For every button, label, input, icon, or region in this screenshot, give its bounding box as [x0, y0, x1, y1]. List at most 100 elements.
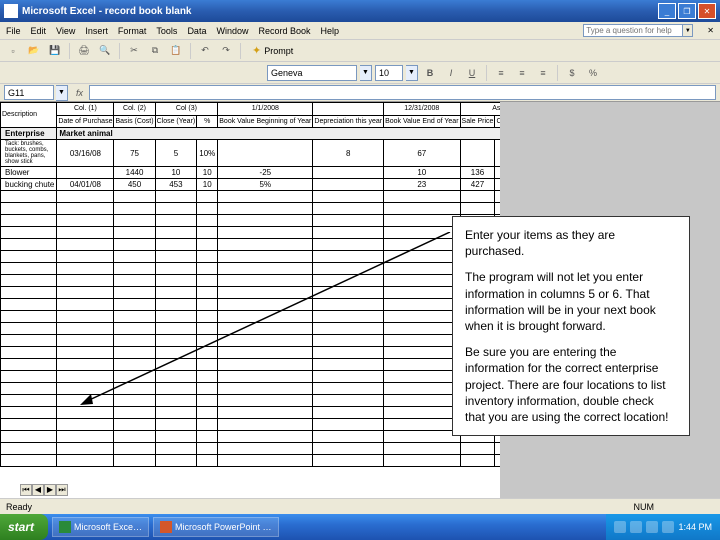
cell[interactable]: 450	[114, 179, 155, 191]
menu-format[interactable]: Format	[118, 26, 147, 36]
italic-icon[interactable]: I	[442, 64, 460, 82]
minimize-button[interactable]: _	[658, 3, 676, 19]
name-box[interactable]: G11	[4, 85, 54, 100]
table-row[interactable]	[1, 455, 562, 467]
col-header-blank	[313, 103, 384, 116]
window-titlebar: Microsoft Excel - record book blank _ ❐ …	[0, 0, 720, 22]
cell-desc[interactable]: Tack: brushes, buckets, combs, blankets,…	[1, 140, 57, 167]
menu-close-x[interactable]: ✕	[707, 26, 714, 35]
cell[interactable]: 427	[460, 179, 495, 191]
tab-nav-prev-icon[interactable]: ◀	[32, 484, 44, 496]
taskbar-item-excel[interactable]: Microsoft Exce…	[52, 517, 149, 537]
menu-data[interactable]: Data	[187, 26, 206, 36]
cell[interactable]: -25	[218, 167, 313, 179]
tray-icon[interactable]	[662, 521, 674, 533]
cell[interactable]	[313, 167, 384, 179]
close-button[interactable]: ✕	[698, 3, 716, 19]
cell[interactable]: 453	[155, 179, 197, 191]
new-icon[interactable]: ▫	[4, 42, 22, 60]
help-search-input[interactable]	[583, 24, 683, 37]
menu-file[interactable]: File	[6, 26, 21, 36]
bold-icon[interactable]: B	[421, 64, 439, 82]
table-row[interactable]	[1, 443, 562, 455]
system-tray: 1:44 PM	[606, 514, 720, 540]
cell[interactable]: 5%	[218, 179, 313, 191]
start-button[interactable]: start	[0, 514, 48, 540]
cell[interactable]: 5	[155, 140, 197, 167]
table-row[interactable]: bucking chute 04/01/08 450 453 10 5% 23 …	[1, 179, 562, 191]
formula-input[interactable]	[89, 85, 716, 100]
callout-p2: The program will not let you enter infor…	[465, 269, 677, 334]
underline-icon[interactable]: U	[463, 64, 481, 82]
align-right-icon[interactable]: ≡	[534, 64, 552, 82]
size-dropdown-icon[interactable]: ▼	[406, 65, 418, 81]
font-size-select[interactable]: 10	[375, 65, 403, 81]
tray-icon[interactable]	[630, 521, 642, 533]
cell[interactable]	[460, 140, 495, 167]
cut-icon[interactable]: ✂	[125, 42, 143, 60]
font-dropdown-icon[interactable]: ▼	[360, 65, 372, 81]
print-icon[interactable]: 🖨	[75, 42, 93, 60]
prompt-label: Prompt	[264, 46, 293, 56]
col-header-1: Col. (1)	[57, 103, 114, 116]
namebox-dropdown-icon[interactable]: ▼	[56, 85, 68, 101]
cell[interactable]: 03/16/08	[57, 140, 114, 167]
cell[interactable]: 1440	[114, 167, 155, 179]
preview-icon[interactable]: 🔍	[96, 42, 114, 60]
cell[interactable]	[313, 179, 384, 191]
clock[interactable]: 1:44 PM	[678, 522, 712, 532]
menu-window[interactable]: Window	[216, 26, 248, 36]
prompt-button[interactable]: ✦ Prompt	[246, 42, 299, 60]
cell[interactable]: 8	[313, 140, 384, 167]
cell[interactable]: 75	[114, 140, 155, 167]
cell[interactable]: 10	[384, 167, 460, 179]
taskbar-item-powerpoint[interactable]: Microsoft PowerPoint …	[153, 517, 279, 537]
cell-desc[interactable]: Blower	[1, 167, 57, 179]
cell[interactable]: 04/01/08	[57, 179, 114, 191]
tab-nav-next-icon[interactable]: ▶	[44, 484, 56, 496]
table-row[interactable]: Blower 1440 10 10 -25 10 136	[1, 167, 562, 179]
copy-icon[interactable]: ⧉	[146, 42, 164, 60]
font-name-select[interactable]: Geneva	[267, 65, 357, 81]
menu-help[interactable]: Help	[321, 26, 340, 36]
save-icon[interactable]: 💾	[46, 42, 64, 60]
undo-icon[interactable]: ↶	[196, 42, 214, 60]
menu-insert[interactable]: Insert	[85, 26, 108, 36]
cell[interactable]	[218, 140, 313, 167]
cell[interactable]: 10	[155, 167, 197, 179]
cell[interactable]: 10	[197, 179, 218, 191]
status-numlock: NUM	[634, 502, 655, 512]
col-header-desc: Description	[1, 103, 57, 128]
cell[interactable]: 136	[460, 167, 495, 179]
cell[interactable]: 10%	[197, 140, 218, 167]
table-row[interactable]	[1, 191, 562, 203]
cell[interactable]: 23	[384, 179, 460, 191]
align-center-icon[interactable]: ≡	[513, 64, 531, 82]
cell-desc[interactable]: bucking chute	[1, 179, 57, 191]
percent-icon[interactable]: %	[584, 64, 602, 82]
help-dropdown-icon[interactable]: ▼	[683, 24, 693, 37]
section-enterprise: Enterprise	[1, 128, 57, 140]
menu-edit[interactable]: Edit	[31, 26, 47, 36]
cell[interactable]: 67	[384, 140, 460, 167]
maximize-button[interactable]: ❐	[678, 3, 696, 19]
menu-tools[interactable]: Tools	[156, 26, 177, 36]
align-left-icon[interactable]: ≡	[492, 64, 510, 82]
tray-icon[interactable]	[646, 521, 658, 533]
paste-icon[interactable]: 📋	[167, 42, 185, 60]
tray-icon[interactable]	[614, 521, 626, 533]
table-row[interactable]	[1, 203, 562, 215]
worksheet-area[interactable]: Description Col. (1) Col. (2) Col (3) 1/…	[0, 102, 720, 512]
cell[interactable]: 10	[197, 167, 218, 179]
menu-recordbook[interactable]: Record Book	[258, 26, 310, 36]
menu-view[interactable]: View	[56, 26, 75, 36]
tab-nav-first-icon[interactable]: ⏮	[20, 484, 32, 496]
redo-icon[interactable]: ↷	[217, 42, 235, 60]
fx-icon[interactable]: fx	[76, 88, 83, 98]
open-icon[interactable]: 📂	[25, 42, 43, 60]
tab-nav-last-icon[interactable]: ⏭	[56, 484, 68, 496]
excel-icon	[59, 521, 71, 533]
cell[interactable]	[57, 167, 114, 179]
table-row[interactable]: Tack: brushes, buckets, combs, blankets,…	[1, 140, 562, 167]
currency-icon[interactable]: $	[563, 64, 581, 82]
